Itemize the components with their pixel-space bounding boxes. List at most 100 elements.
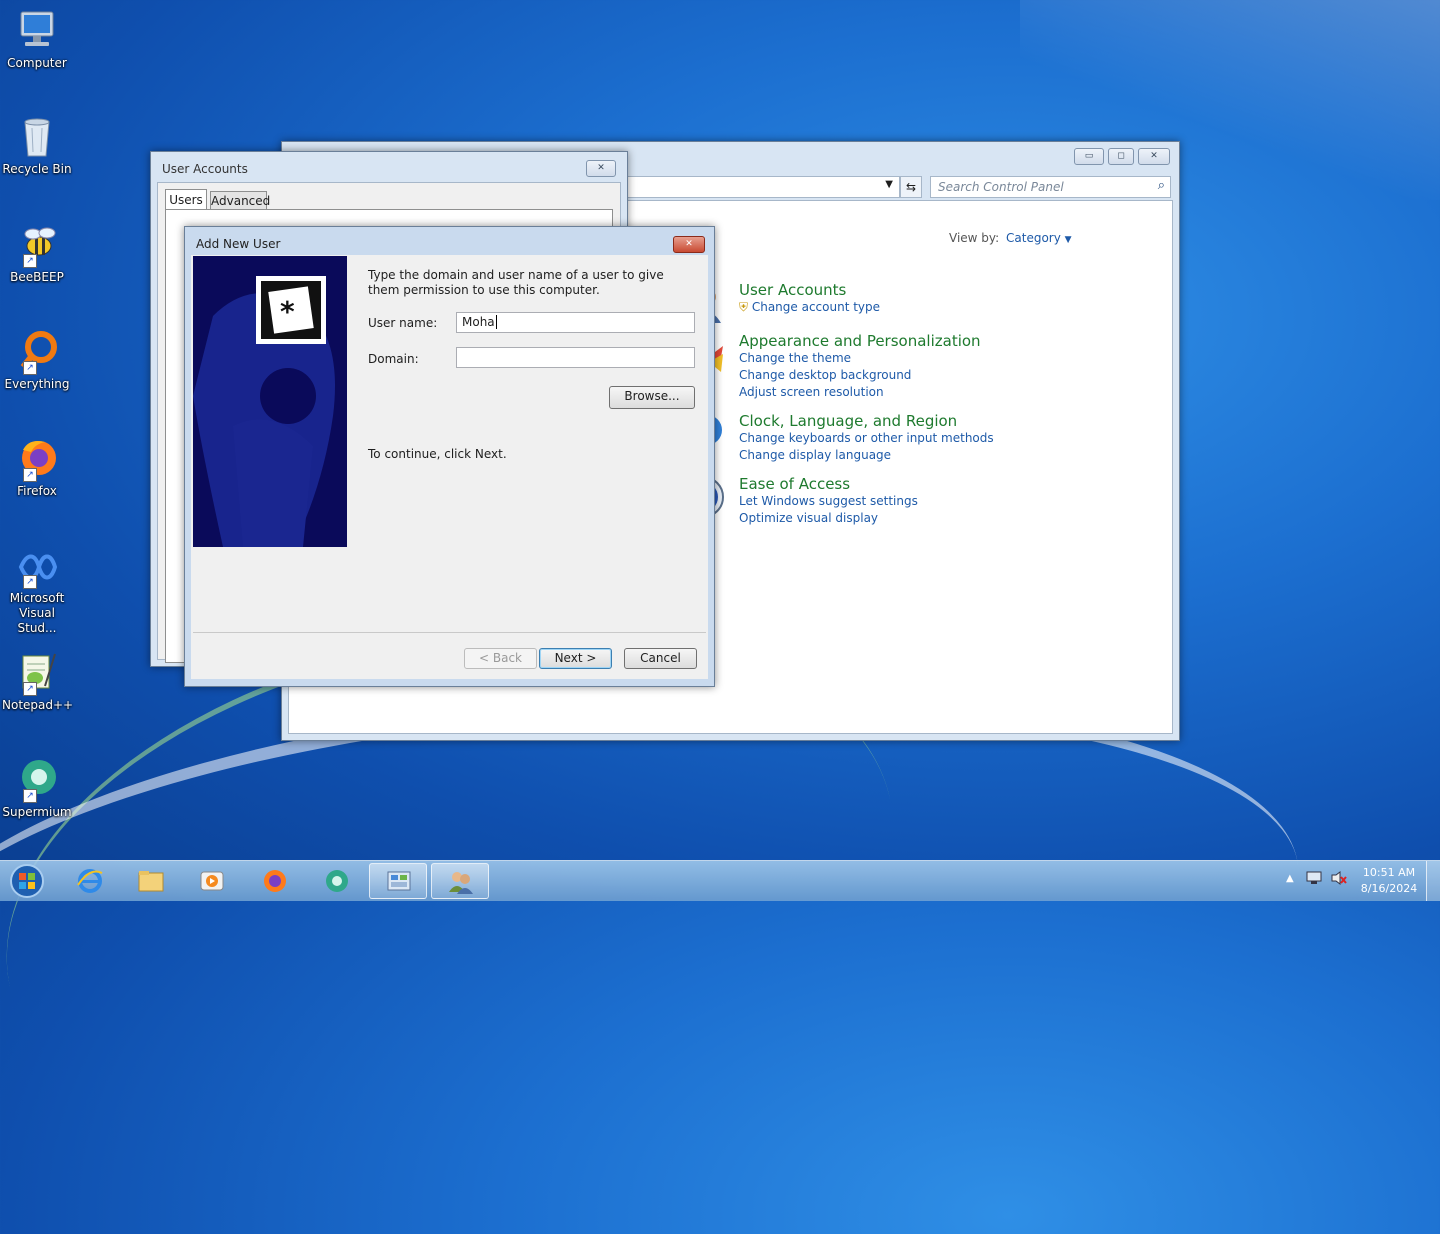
recycle-bin-icon bbox=[15, 114, 59, 158]
desktop-icon-computer[interactable]: Computer bbox=[2, 8, 72, 71]
network-icon[interactable] bbox=[1306, 871, 1322, 885]
category-ease-of-access: Ease of Access Let Windows suggest setti… bbox=[682, 475, 918, 527]
internet-explorer-icon bbox=[77, 869, 103, 893]
domain-label: Domain: bbox=[368, 352, 419, 366]
chevron-down-icon: ▼ bbox=[1064, 235, 1072, 245]
shortcut-arrow-icon: ↗ bbox=[23, 575, 37, 589]
refresh-icon[interactable]: ⇆ bbox=[900, 176, 922, 198]
clock[interactable]: 10:51 AM 8/16/2024 bbox=[1356, 865, 1422, 897]
taskbar-explorer[interactable] bbox=[122, 863, 180, 899]
svg-text:*: * bbox=[280, 295, 295, 328]
address-bar[interactable]: ▼ bbox=[612, 176, 900, 198]
change-background-link[interactable]: Change desktop background bbox=[739, 367, 981, 384]
user-accounts-link[interactable]: User Accounts bbox=[739, 281, 880, 299]
firefox-icon: ↗ bbox=[15, 436, 59, 482]
adjust-resolution-link[interactable]: Adjust screen resolution bbox=[739, 384, 981, 401]
search-box[interactable]: Search Control Panel ⌕ bbox=[930, 176, 1171, 198]
taskbar-internet-explorer[interactable] bbox=[61, 863, 119, 899]
next-button[interactable]: Next > bbox=[539, 648, 612, 669]
taskbar-supermium[interactable] bbox=[308, 863, 366, 899]
window-title: User Accounts bbox=[162, 162, 248, 176]
shield-icon: ⛨ bbox=[739, 300, 749, 314]
username-label: User name: bbox=[368, 316, 438, 330]
close-button[interactable]: ✕ bbox=[1138, 148, 1170, 165]
show-hidden-icons-icon[interactable]: ▲ bbox=[1286, 873, 1294, 884]
taskbar-firefox[interactable] bbox=[246, 863, 304, 899]
dialog-title: Add New User bbox=[196, 237, 281, 251]
clock-time: 10:51 AM bbox=[1362, 866, 1416, 879]
clock-language-link[interactable]: Clock, Language, and Region bbox=[739, 412, 994, 430]
clock-date: 8/16/2024 bbox=[1360, 882, 1418, 895]
taskbar-media-player[interactable] bbox=[183, 863, 241, 899]
user-add-logo: * bbox=[256, 276, 326, 344]
supermium-icon bbox=[326, 870, 348, 892]
view-by-label: View by: bbox=[949, 231, 1000, 245]
taskbar-user-accounts[interactable] bbox=[431, 863, 489, 899]
view-by-value: Category bbox=[1006, 231, 1061, 245]
firefox-icon bbox=[264, 870, 286, 892]
shortcut-arrow-icon: ↗ bbox=[23, 468, 37, 482]
category-user-accounts: User Accounts ⛨ Change account type bbox=[683, 281, 880, 323]
chevron-down-icon[interactable]: ▼ bbox=[885, 179, 893, 190]
desktop-icon-beebeep[interactable]: ↗ BeeBEEP bbox=[2, 222, 72, 285]
domain-field[interactable] bbox=[456, 347, 695, 368]
shortcut-arrow-icon: ↗ bbox=[23, 361, 37, 375]
show-desktop-button[interactable] bbox=[1426, 861, 1440, 901]
appearance-link[interactable]: Appearance and Personalization bbox=[739, 332, 981, 350]
start-button[interactable] bbox=[8, 863, 46, 899]
control-panel-icon bbox=[387, 871, 411, 891]
change-display-language-link[interactable]: Change display language bbox=[739, 447, 994, 464]
desktop-icon-visual-studio[interactable]: ↗ Microsoft Visual Stud... bbox=[2, 543, 72, 636]
shortcut-arrow-icon: ↗ bbox=[23, 254, 37, 268]
desktop-icon-everything[interactable]: ↗ Everything bbox=[2, 329, 72, 392]
desktop-icon-label: Everything bbox=[4, 377, 70, 391]
change-theme-link[interactable]: Change the theme bbox=[739, 350, 981, 367]
text-cursor bbox=[495, 315, 497, 329]
media-player-icon bbox=[200, 871, 224, 891]
windows-logo-icon bbox=[10, 864, 44, 898]
continue-text: To continue, click Next. bbox=[368, 447, 507, 461]
change-keyboards-link[interactable]: Change keyboards or other input methods bbox=[739, 430, 994, 447]
change-account-type-link[interactable]: Change account type bbox=[752, 300, 880, 314]
desktop-icon-label: Microsoft Visual Stud... bbox=[9, 591, 65, 635]
desktop-icon-label: Computer bbox=[7, 56, 67, 70]
volume-muted-icon[interactable] bbox=[1331, 871, 1347, 885]
everything-search-icon: ↗ bbox=[15, 329, 59, 375]
username-field[interactable]: Moha bbox=[456, 312, 695, 333]
desktop-icon-label: Recycle Bin bbox=[2, 162, 72, 176]
browse-button[interactable]: Browse... bbox=[609, 386, 695, 409]
desktop-icon-label: BeeBEEP bbox=[10, 270, 64, 284]
category-clock-language-region: Clock, Language, and Region Change keybo… bbox=[682, 412, 994, 464]
search-input[interactable]: Search Control Panel bbox=[938, 180, 1064, 194]
close-button[interactable]: ✕ bbox=[673, 236, 705, 253]
ease-of-access-link[interactable]: Ease of Access bbox=[739, 475, 918, 493]
taskbar: ▲ 10:51 AM 8/16/2024 bbox=[0, 860, 1440, 901]
desktop-icon-notepadpp[interactable]: ↗ Notepad++ bbox=[2, 650, 74, 713]
cancel-button[interactable]: Cancel bbox=[624, 648, 697, 669]
desktop-icon-label: Notepad++ bbox=[2, 698, 74, 712]
view-by-dropdown[interactable]: Category ▼ bbox=[1006, 231, 1072, 245]
desktop-icon-supermium[interactable]: ↗ Supermium bbox=[2, 757, 72, 820]
windows-suggest-settings-link[interactable]: Let Windows suggest settings bbox=[739, 493, 918, 510]
visual-studio-icon: ↗ bbox=[15, 543, 59, 589]
back-button[interactable]: < Back bbox=[464, 648, 537, 669]
maximize-button[interactable]: ◻ bbox=[1108, 148, 1134, 165]
search-icon[interactable]: ⌕ bbox=[1158, 178, 1165, 193]
close-button[interactable]: ✕ bbox=[586, 160, 616, 177]
shortcut-arrow-icon: ↗ bbox=[23, 682, 37, 696]
optimize-visual-display-link[interactable]: Optimize visual display bbox=[739, 510, 918, 527]
minimize-button[interactable]: ▭ bbox=[1074, 148, 1104, 165]
taskbar-control-panel[interactable] bbox=[369, 863, 427, 899]
username-value: Moha bbox=[462, 315, 495, 329]
users-icon bbox=[449, 872, 473, 894]
computer-icon bbox=[15, 8, 59, 52]
divider bbox=[193, 632, 706, 633]
desktop-icon-recycle-bin[interactable]: Recycle Bin bbox=[2, 114, 72, 177]
desktop-icon-label: Firefox bbox=[17, 484, 57, 498]
tab-advanced[interactable]: Advanced bbox=[210, 191, 270, 211]
desktop-icon-firefox[interactable]: ↗ Firefox bbox=[2, 436, 72, 499]
tab-users[interactable]: Users bbox=[165, 189, 207, 210]
notepadpp-icon: ↗ bbox=[15, 650, 59, 696]
instructions-text: Type the domain and user name of a user … bbox=[368, 268, 664, 297]
category-appearance: Appearance and Personalization Change th… bbox=[682, 332, 981, 401]
